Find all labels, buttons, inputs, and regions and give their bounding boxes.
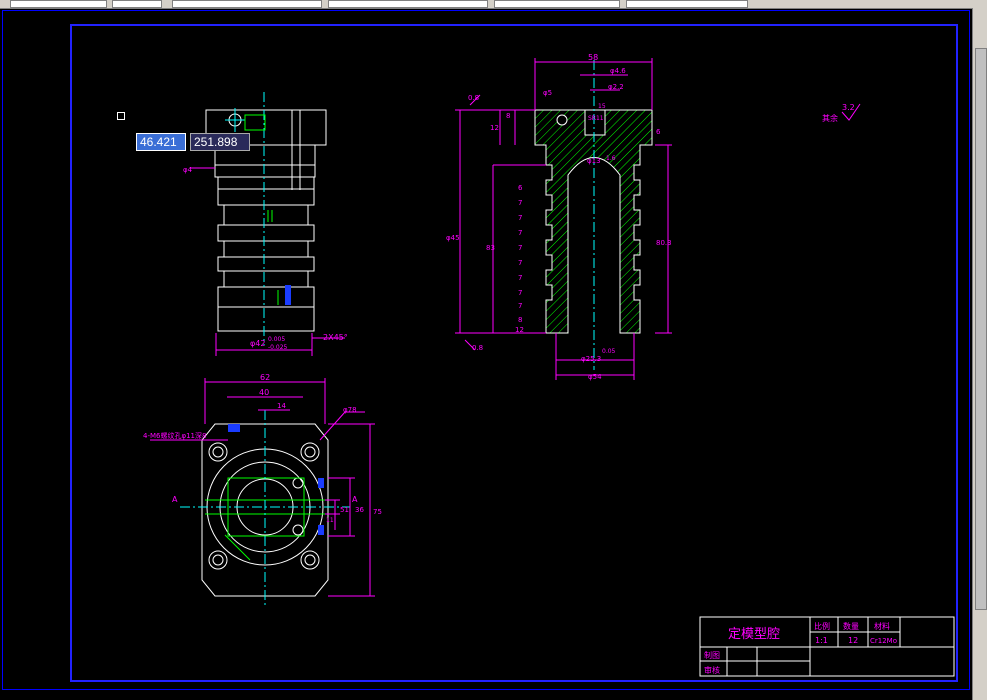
dim-plan-75: 75: [373, 508, 382, 516]
title-qty-label: 数量: [843, 621, 859, 631]
dim-plan-36: 36: [355, 506, 364, 514]
dim-sec-sr11: SR11: [588, 115, 604, 122]
title-checked-label: 审核: [704, 665, 720, 675]
dim-sec-80-3: 80.3: [656, 239, 672, 247]
dim-sec-15: 15: [598, 103, 606, 110]
dim-sec-005: 0.05: [602, 348, 616, 355]
dim-sec-pitch-6: 7: [518, 259, 522, 267]
dim-sec-12: 12: [490, 124, 499, 132]
plan-view-dims: [150, 378, 375, 597]
dim-sec-pitch-10: 8: [518, 316, 522, 324]
title-qty-value: 12: [848, 636, 858, 645]
dim-side-phi42: φ42: [250, 339, 265, 348]
roughness-other-label: 其余: [822, 113, 838, 123]
title-material-label: 材料: [874, 621, 890, 631]
dim-sec-rough-16: 1.6: [606, 155, 616, 162]
dim-plan-phi78: φ78: [343, 406, 357, 414]
dim-sec-phi45: φ45: [446, 234, 460, 242]
dim-side-tol-lower: -0.025: [268, 344, 288, 351]
dim-sec-phi4-6: φ4.6: [610, 67, 626, 75]
dim-sec-pitch-5: 7: [518, 244, 522, 252]
dim-side-phi4: φ4: [183, 166, 193, 174]
side-view-dims: [190, 167, 345, 356]
dim-sec-8: 8: [506, 112, 510, 120]
dim-plan-14: 14: [277, 402, 286, 410]
dim-sec-phi5: φ5: [543, 89, 552, 97]
dim-plan-11: 11: [326, 517, 334, 524]
dim-sec-58: 58: [588, 53, 598, 62]
dim-sec-pitch-8: 7: [518, 289, 522, 297]
dim-sec-83: 83: [486, 244, 495, 252]
dim-side-tol-upper: 0.005: [268, 336, 285, 343]
dim-sec-pitch-4: 7: [518, 229, 522, 237]
dim-sec-rough-08b: 0.8: [472, 344, 483, 352]
dim-side-chamfer: 2X45°: [323, 333, 348, 342]
dim-sec-pitch-9: 7: [518, 302, 522, 310]
dim-sec-6: 6: [656, 128, 661, 136]
hole-note: 4-M6螺纹孔φ11深8: [143, 431, 206, 440]
plan-view-markers: [228, 424, 324, 535]
dim-sec-phi13: φ13: [587, 157, 601, 165]
dim-sec-pitch-3: 7: [518, 214, 522, 222]
section-mark-a-right: A: [352, 495, 358, 504]
dynamic-input-y[interactable]: [190, 133, 250, 151]
title-scale-value: 1:1: [815, 636, 828, 645]
dim-plan-62: 62: [260, 373, 270, 382]
title-drawn-label: 制图: [704, 650, 720, 660]
cursor-pickbox: [117, 112, 125, 120]
dim-sec-pitch-11: 12: [515, 326, 524, 334]
scrollbar-thumb[interactable]: [975, 48, 987, 610]
dim-sec-phi54: φ54: [588, 373, 602, 381]
dynamic-input-x[interactable]: [136, 133, 186, 151]
dim-plan-40: 40: [259, 388, 269, 397]
section-mark-a-left: A: [172, 495, 178, 504]
dim-sec-phi2-2: φ2.2: [608, 83, 624, 91]
title-material-value: Cr12Mo: [870, 637, 897, 645]
roughness-value: 3.2: [842, 103, 855, 112]
dim-plan-51: 51: [340, 506, 349, 514]
dim-sec-rough-08: 0.8: [468, 94, 479, 102]
side-view-marker: [285, 285, 291, 305]
vertical-scrollbar[interactable]: [972, 8, 987, 700]
dim-sec-pitch-2: 7: [518, 199, 522, 207]
dim-sec-phi25-3: φ25.3: [581, 355, 601, 363]
title-scale-label: 比例: [814, 621, 830, 631]
title-part-name: 定模型腔: [728, 627, 780, 642]
cad-drawing-canvas[interactable]: φ42 0.005 -0.025 2X45° φ4 58 φ4.6 φ2.2 φ…: [0, 0, 970, 700]
dim-sec-pitch-7: 7: [518, 274, 522, 282]
dim-sec-pitch-1: 6: [518, 184, 523, 192]
